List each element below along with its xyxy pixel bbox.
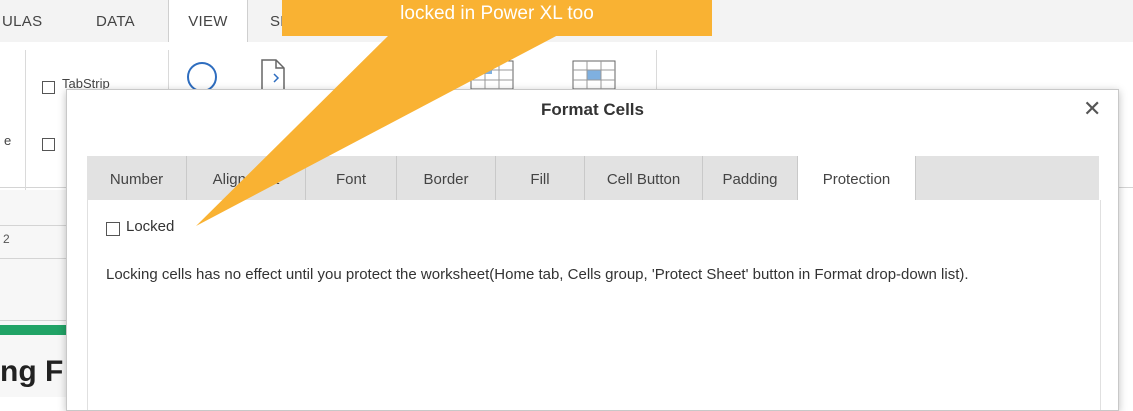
callout-pointer	[196, 34, 560, 226]
callout-label: locked in Power XL too	[282, 0, 712, 36]
